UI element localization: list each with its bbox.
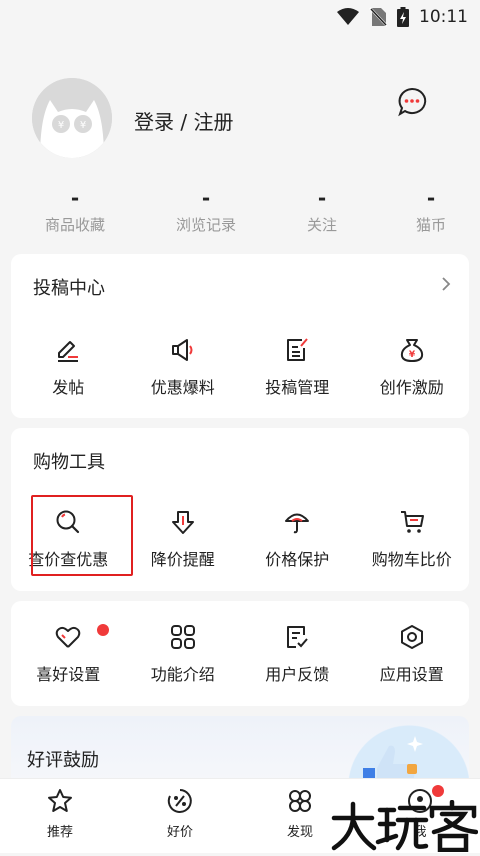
cat-avatar-icon: ¥ ¥: [32, 78, 112, 158]
grid-item-price-protect[interactable]: 价格保护: [240, 506, 355, 570]
no-sim-icon: [369, 7, 387, 27]
grid-label: 优惠爆料: [150, 378, 215, 397]
svg-text:¥: ¥: [58, 120, 64, 131]
grid-item-preferences[interactable]: 喜好设置: [11, 621, 126, 685]
svg-text:¥: ¥: [409, 350, 416, 360]
grid-label: 喜好设置: [36, 665, 101, 684]
battery-charging-icon: [397, 7, 409, 27]
grid-item-post[interactable]: 发帖: [11, 334, 126, 398]
settings-grid: 喜好设置 功能介绍 用户反馈 应用设置: [11, 621, 469, 685]
grid-item-cart-compare[interactable]: 购物车比价: [355, 506, 470, 570]
discount-icon: [167, 789, 192, 813]
grid-label: 购物车比价: [371, 550, 452, 569]
price-drop-icon: [167, 506, 199, 538]
grid-label: 投稿管理: [265, 378, 330, 397]
document-edit-icon: [281, 334, 313, 366]
settings-card: 喜好设置 功能介绍 用户反馈 应用设置: [11, 601, 469, 706]
grid-label: 发帖: [52, 378, 85, 397]
card-title: 投稿中心: [33, 278, 105, 299]
feedback-icon: [281, 621, 313, 653]
tab-deals[interactable]: 好价: [120, 779, 240, 853]
grid-item-app-settings[interactable]: 应用设置: [355, 621, 470, 685]
stat-label: 商品收藏: [44, 216, 105, 234]
notification-dot: [97, 624, 109, 636]
stat-value: -: [70, 186, 80, 210]
grid-item-deals[interactable]: 优惠爆料: [126, 334, 241, 398]
money-bag-icon: ¥: [396, 334, 428, 366]
stat-favorites[interactable]: - 商品收藏: [0, 184, 150, 244]
grid-label: 降价提醒: [150, 550, 215, 569]
grid-icon: [167, 621, 199, 653]
umbrella-icon: [281, 506, 313, 538]
tab-label: 推荐: [46, 825, 73, 840]
notification-dot: [432, 785, 444, 797]
highlight-box: [31, 495, 133, 576]
grid-item-features[interactable]: 功能介绍: [126, 621, 241, 685]
avatar[interactable]: ¥ ¥: [32, 78, 112, 158]
heart-icon: [52, 621, 84, 653]
stat-label: 猫币: [415, 216, 446, 234]
cart-icon: [396, 506, 428, 538]
chevron-right-icon[interactable]: [441, 276, 451, 292]
card-title: 购物工具: [33, 452, 105, 473]
stat-history[interactable]: - 浏览记录: [150, 184, 262, 244]
stat-following[interactable]: - 关注: [262, 184, 382, 244]
submission-center-card: 投稿中心 发帖 优惠爆料 投稿管理 ¥ 创作激励: [11, 254, 469, 418]
svg-text:¥: ¥: [80, 120, 86, 131]
submission-grid: 发帖 优惠爆料 投稿管理 ¥ 创作激励: [11, 334, 469, 398]
stat-value: -: [317, 186, 327, 210]
message-icon[interactable]: [396, 86, 428, 118]
grid-item-manage[interactable]: 投稿管理: [240, 334, 355, 398]
edit-icon: [52, 334, 84, 366]
grid-item-feedback[interactable]: 用户反馈: [240, 621, 355, 685]
promo-title: 好评鼓励: [27, 750, 99, 771]
megaphone-icon: [167, 334, 199, 366]
discover-icon: [289, 790, 311, 812]
grid-label: 创作激励: [379, 378, 444, 397]
star-icon: [48, 789, 72, 812]
grid-label: 应用设置: [379, 665, 444, 684]
tab-label: 好价: [166, 825, 193, 840]
grid-item-price-alert[interactable]: 降价提醒: [126, 506, 241, 570]
status-bar: 10:11: [0, 0, 480, 34]
stat-label: 浏览记录: [175, 216, 236, 234]
profile-section: ¥ ¥ 登录 / 注册: [0, 34, 480, 184]
status-time: 10:11: [419, 7, 468, 27]
stat-coins[interactable]: - 猫币: [382, 184, 480, 244]
stats-row: - 商品收藏 - 浏览记录 - 关注 - 猫币: [0, 184, 480, 244]
grid-label: 价格保护: [265, 550, 330, 569]
stat-value: -: [426, 186, 436, 210]
grid-item-incentive[interactable]: ¥ 创作激励: [355, 334, 470, 398]
stat-label: 关注: [306, 216, 337, 234]
tab-recommend[interactable]: 推荐: [0, 779, 120, 853]
grid-label: 功能介绍: [150, 665, 215, 684]
watermark-logo: [330, 799, 479, 853]
login-register-link[interactable]: 登录 / 注册: [134, 106, 233, 135]
stat-value: -: [201, 186, 211, 210]
settings-icon: [396, 621, 428, 653]
wifi-icon: [337, 8, 359, 25]
tab-label: 发现: [286, 825, 313, 840]
grid-label: 用户反馈: [265, 665, 330, 684]
